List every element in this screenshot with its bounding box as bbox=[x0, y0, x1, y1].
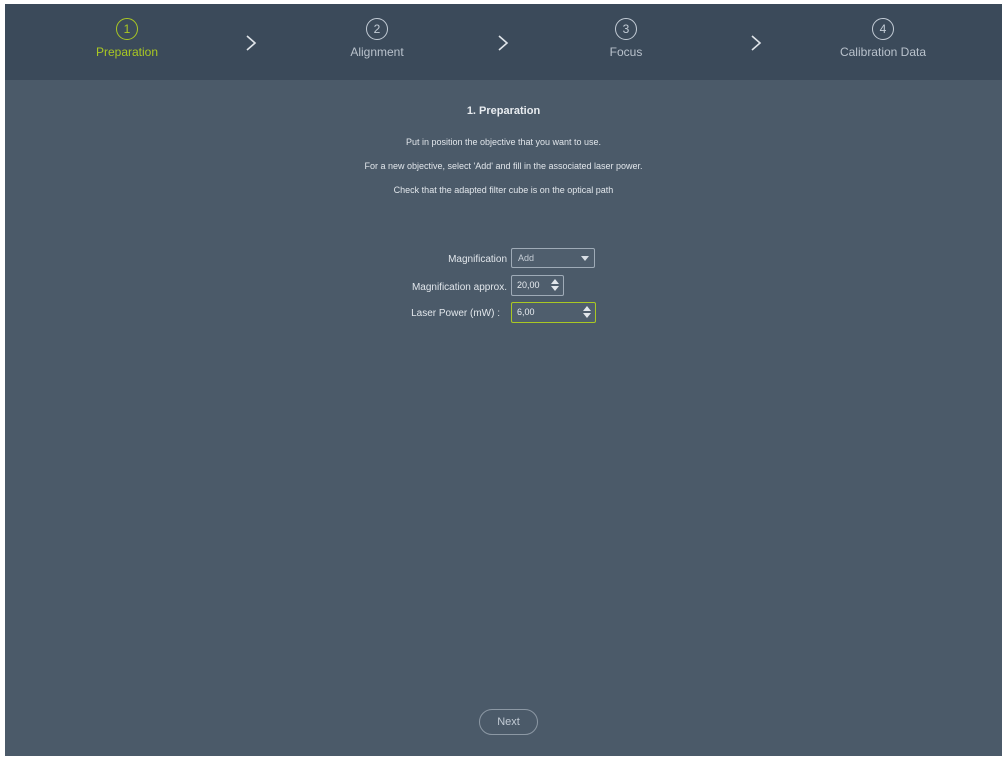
step-label: Calibration Data bbox=[839, 45, 927, 59]
spin-up-icon[interactable] bbox=[583, 306, 591, 311]
spin-up-icon[interactable] bbox=[551, 279, 559, 284]
step-number-badge: 4 bbox=[872, 18, 894, 40]
instruction-text: For a new objective, select 'Add' and fi… bbox=[364, 161, 643, 171]
wizard-window: 1 Preparation 2 Alignment 3 Focus 4 Cali… bbox=[5, 4, 1002, 756]
chevron-right-icon bbox=[246, 35, 257, 51]
step-label: Preparation bbox=[95, 45, 159, 59]
step-number-badge: 1 bbox=[116, 18, 138, 40]
magnification-select[interactable]: Add bbox=[511, 248, 595, 268]
laser-power-value: 6,00 bbox=[517, 307, 535, 317]
step-number-badge: 3 bbox=[615, 18, 637, 40]
chevron-right-icon bbox=[498, 35, 509, 51]
chevron-right-icon bbox=[751, 35, 762, 51]
spin-down-icon[interactable] bbox=[551, 286, 559, 291]
next-button[interactable]: Next bbox=[479, 709, 538, 735]
step-number-badge: 2 bbox=[366, 18, 388, 40]
magnification-select-value: Add bbox=[518, 253, 535, 263]
magnification-label: Magnification bbox=[448, 254, 507, 265]
step-label: Alignment bbox=[350, 45, 404, 59]
step-alignment[interactable]: 2 Alignment bbox=[302, 18, 452, 59]
step-preparation[interactable]: 1 Preparation bbox=[52, 18, 202, 59]
laser-power-label: Laser Power (mW) : bbox=[411, 308, 500, 319]
wizard-stepper: 1 Preparation 2 Alignment 3 Focus 4 Cali… bbox=[5, 4, 1002, 80]
instruction-text: Check that the adapted filter cube is on… bbox=[393, 185, 614, 195]
step-focus[interactable]: 3 Focus bbox=[551, 18, 701, 59]
magnification-approx-spinbox[interactable]: 20,00 bbox=[511, 275, 564, 296]
step-calibration-data[interactable]: 4 Calibration Data bbox=[808, 18, 958, 59]
step-label: Focus bbox=[609, 45, 643, 59]
magnification-approx-value: 20,00 bbox=[517, 280, 540, 290]
magnification-approx-label: Magnification approx. bbox=[411, 282, 507, 293]
instruction-text: Put in position the objective that you w… bbox=[405, 137, 602, 147]
laser-power-spinbox[interactable]: 6,00 bbox=[511, 302, 596, 323]
dropdown-arrow-icon bbox=[581, 256, 589, 261]
page-title: 1. Preparation bbox=[466, 105, 541, 117]
spin-down-icon[interactable] bbox=[583, 313, 591, 318]
